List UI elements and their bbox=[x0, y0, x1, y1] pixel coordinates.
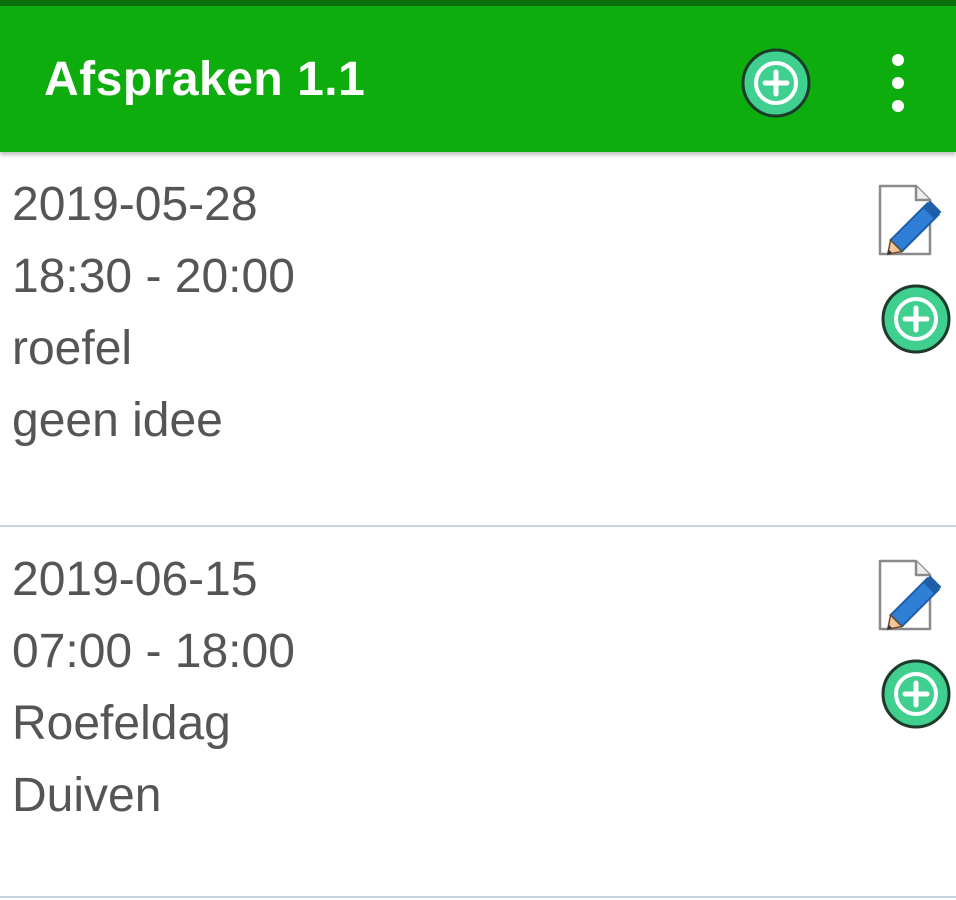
appointment-title: Roefeldag bbox=[12, 697, 231, 750]
appointment-time: 07:00 - 18:00 bbox=[12, 625, 295, 678]
appointment-date: 2019-05-28 bbox=[12, 178, 258, 231]
edit-document-icon bbox=[878, 184, 942, 256]
appointment-details: 2019-06-15 07:00 - 18:00 Roefeldag Duive… bbox=[12, 544, 295, 832]
add-appointment-button[interactable] bbox=[740, 47, 812, 119]
add-to-appointment-button[interactable] bbox=[880, 658, 952, 730]
appointment-description: geen idee bbox=[12, 394, 223, 447]
appointment-item[interactable]: 2019-05-28 18:30 - 20:00 roefel geen ide… bbox=[0, 152, 956, 527]
appointment-details: 2019-05-28 18:30 - 20:00 roefel geen ide… bbox=[12, 169, 295, 457]
edit-document-icon bbox=[878, 559, 942, 631]
edit-appointment-button[interactable] bbox=[872, 176, 956, 260]
appointment-list: 2019-05-28 18:30 - 20:00 roefel geen ide… bbox=[0, 152, 956, 898]
more-vert-icon bbox=[892, 54, 904, 112]
appointment-title: roefel bbox=[12, 322, 133, 375]
app-title: Afspraken 1.1 bbox=[44, 53, 366, 106]
app-toolbar: Afspraken 1.1 bbox=[0, 6, 956, 152]
plus-circle-icon bbox=[881, 284, 951, 354]
appointment-item[interactable]: 2019-06-15 07:00 - 18:00 Roefeldag Duive… bbox=[0, 527, 956, 898]
appointment-time: 18:30 - 20:00 bbox=[12, 250, 295, 303]
plus-circle-icon bbox=[881, 659, 951, 729]
plus-circle-icon bbox=[741, 48, 811, 118]
overflow-menu-button[interactable] bbox=[874, 50, 922, 116]
add-to-appointment-button[interactable] bbox=[880, 283, 952, 355]
appointment-date: 2019-06-15 bbox=[12, 553, 258, 606]
appointment-description: Duiven bbox=[12, 769, 162, 822]
edit-appointment-button[interactable] bbox=[872, 551, 956, 635]
